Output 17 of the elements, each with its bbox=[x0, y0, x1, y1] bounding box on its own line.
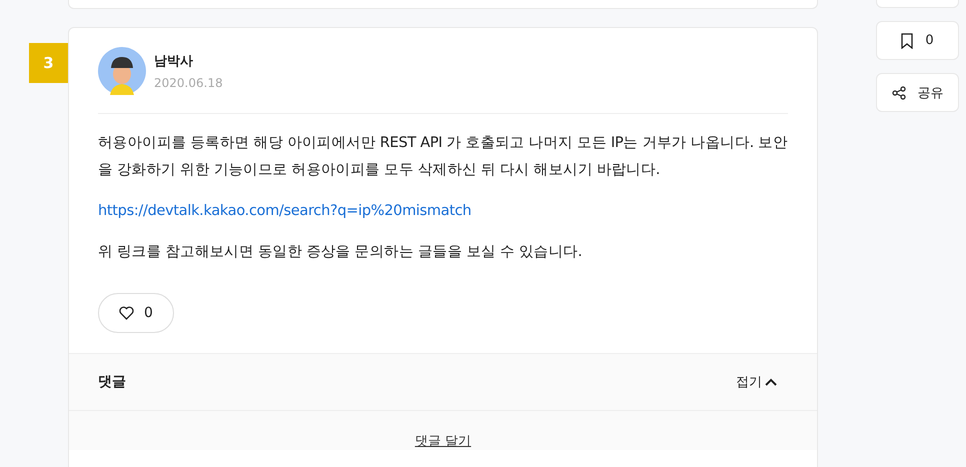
author-name: 남박사 bbox=[154, 53, 194, 70]
answer-text: 위 링크를 참고해보시면 동일한 증상을 문의하는 글들을 보실 수 있습니다. bbox=[98, 243, 584, 262]
heart-icon bbox=[119, 306, 134, 320]
link[interactable]: https://devtalk.kakao.com/search?q=ip%20mismatch bbox=[98, 203, 472, 219]
caret-icon bbox=[765, 378, 777, 386]
collapse-button[interactable]: 접기 bbox=[736, 373, 777, 391]
answer-number: 3 bbox=[29, 43, 68, 83]
bookmark-button[interactable]: 0 bbox=[876, 21, 959, 60]
post-date: 2020.06.18 bbox=[154, 76, 223, 90]
add-comment-link[interactable]: 댓글 달기 bbox=[414, 434, 472, 449]
share-icon bbox=[892, 86, 906, 100]
comments-title: 댓글 bbox=[98, 373, 126, 391]
like-button[interactable]: 0 bbox=[98, 293, 174, 333]
share-button[interactable]: 공유 bbox=[876, 73, 959, 112]
bookmark-icon bbox=[901, 32, 914, 48]
avatar-icon bbox=[98, 47, 146, 95]
answer-text: 허용아이피를 등록하면 해당 아이피에서만 REST API 가 호출되고 나머지 모든 IP는 거부가 나옵니다. 보안을 강화하기 위한 기능이므로 허용아이피를 모두 삭제하신 뒤 다시 해보시기 바랍니다. bbox=[98, 134, 788, 180]
